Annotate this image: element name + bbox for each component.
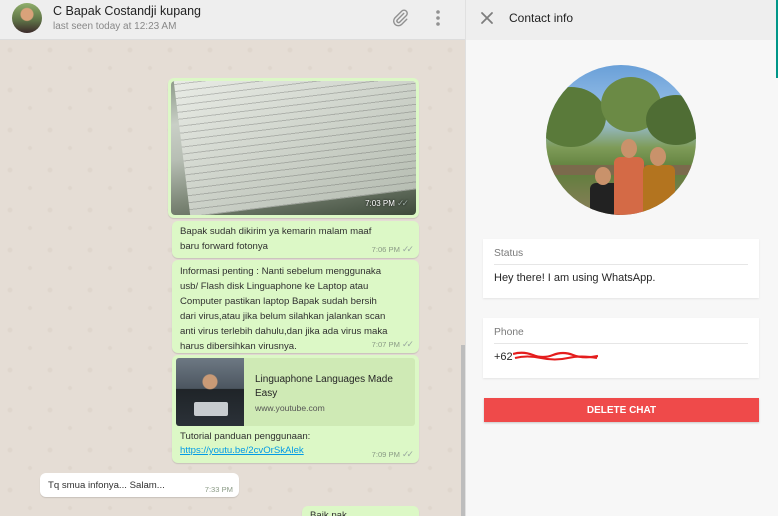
read-ticks-icon: ✓✓ [401, 339, 414, 349]
contact-info-title: Contact info [509, 11, 574, 25]
message-bubble[interactable]: Bapak sudah dikirim ya kemarin malam maa… [172, 221, 419, 258]
read-ticks-icon: ✓✓ [401, 449, 414, 459]
read-ticks-icon: ✓✓ [401, 244, 414, 254]
message-text: Informasi penting : Nanti sebelum menggu… [180, 266, 388, 352]
message-bubble[interactable]: Informasi penting : Nanti sebelum menggu… [172, 260, 419, 353]
phone-label: Phone [494, 327, 524, 338]
profile-photo[interactable] [546, 65, 696, 215]
close-icon[interactable] [477, 8, 497, 28]
message-time: 7:07 PM ✓✓ [371, 339, 414, 349]
chat-header[interactable]: C Bapak Costandji kupang last seen today… [0, 0, 465, 40]
contact-info-header: Contact info [466, 0, 778, 40]
message-text: Bapak sudah dikirim ya kemarin malam maa… [180, 226, 372, 252]
incoming-message-bubble[interactable]: Tq smua infonya... Salam... 7:33 PM [40, 473, 239, 497]
message-link[interactable]: https://youtu.be/2cvOrSkAlek [180, 445, 304, 456]
message-time: 7:33 PM [204, 485, 233, 494]
message-text: Tutorial panduan penggunaan: [180, 431, 311, 442]
link-message[interactable]: Linguaphone Languages Made Easy www.yout… [172, 355, 419, 463]
kebab-menu-icon[interactable] [428, 8, 448, 28]
link-preview-domain: www.youtube.com [255, 403, 325, 413]
document-paper-image [173, 81, 416, 215]
message-bubble[interactable]: Baik pak [302, 506, 419, 516]
link-preview-title: Linguaphone Languages Made Easy [255, 374, 393, 399]
chat-pane: C Bapak Costandji kupang last seen today… [0, 0, 465, 516]
message-time: 7:09 PM ✓✓ [371, 449, 414, 459]
link-preview[interactable]: Linguaphone Languages Made Easy www.yout… [176, 358, 415, 426]
phone-number[interactable]: +62 [494, 351, 513, 363]
read-ticks-icon: ✓✓ [396, 198, 409, 208]
phone-card: Phone +62 [483, 318, 759, 378]
message-time: 7:06 PM ✓✓ [371, 244, 414, 254]
contact-info-pane: Contact info Status Hey there! I am usin… [465, 0, 778, 516]
divider [494, 264, 748, 265]
status-text: Hey there! I am using WhatsApp. [494, 272, 656, 284]
video-thumbnail [176, 358, 244, 426]
redaction-scribble [513, 351, 598, 361]
message-text: Baik pak [310, 510, 347, 516]
divider [494, 343, 748, 344]
status-label: Status [494, 248, 524, 259]
delete-chat-button[interactable]: DELETE CHAT [484, 398, 759, 422]
last-seen-text: last seen today at 12:23 AM [53, 21, 177, 32]
document-photo[interactable]: 7:03 PM ✓✓ [171, 81, 416, 215]
status-card: Status Hey there! I am using WhatsApp. [483, 239, 759, 298]
message-time: 7:03 PM ✓✓ [365, 198, 409, 208]
contact-name[interactable]: C Bapak Costandji kupang [53, 4, 201, 18]
contact-avatar[interactable] [12, 3, 42, 33]
paperclip-icon[interactable] [390, 8, 410, 28]
image-message[interactable]: 7:03 PM ✓✓ [168, 78, 419, 218]
message-text: Tq smua infonya... Salam... [48, 480, 165, 491]
